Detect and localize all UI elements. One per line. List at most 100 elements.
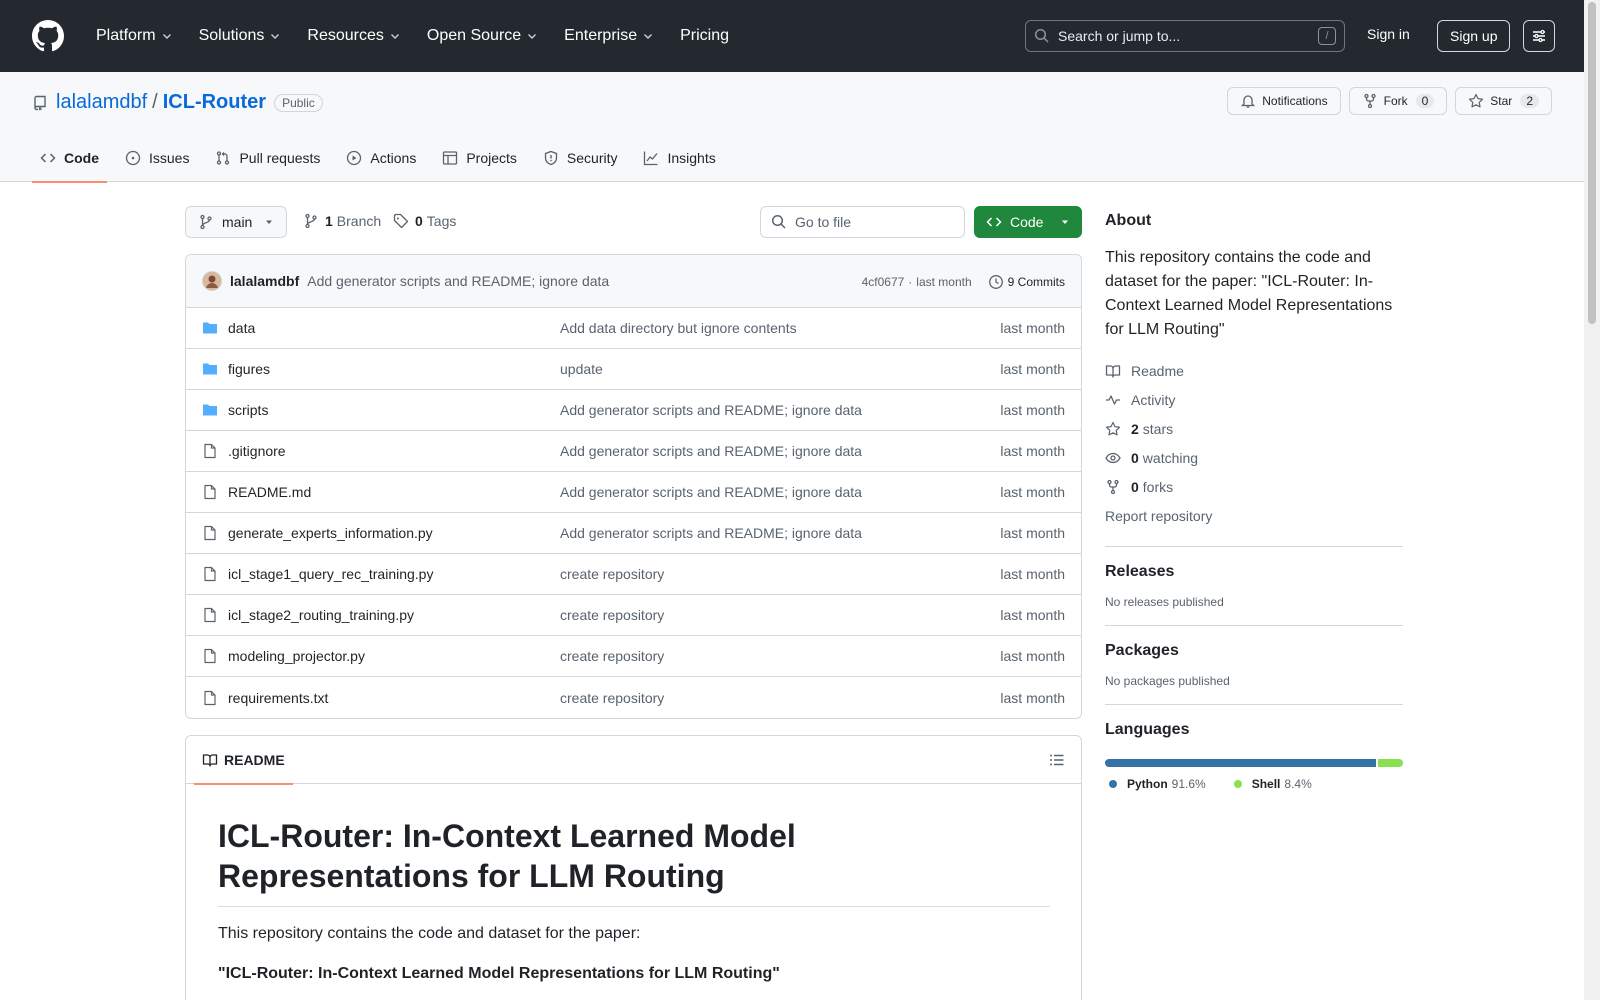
- packages-heading[interactable]: Packages: [1105, 642, 1403, 660]
- nav-pricing[interactable]: Pricing: [672, 27, 737, 45]
- file-name-link[interactable]: figures: [228, 361, 560, 377]
- branch-name: main: [222, 214, 253, 230]
- nav-open-source[interactable]: Open Source: [419, 27, 546, 45]
- commit-hash-link[interactable]: 4cf0677: [862, 275, 905, 289]
- star-button[interactable]: Star 2: [1455, 87, 1552, 115]
- readme-tab[interactable]: README: [194, 736, 293, 785]
- tab-pull-requests[interactable]: Pull requests: [207, 134, 328, 182]
- nav-solutions-label: Solutions: [198, 27, 265, 44]
- language-color-dot: [1109, 780, 1117, 788]
- activity-link[interactable]: Activity: [1105, 385, 1403, 414]
- releases-heading[interactable]: Releases: [1105, 563, 1403, 581]
- file-icon: [202, 690, 218, 706]
- tags-link[interactable]: 0 Tags: [393, 213, 456, 229]
- nav-platform[interactable]: Platform: [88, 27, 181, 45]
- nav-solutions[interactable]: Solutions: [191, 27, 290, 45]
- page-scrollbar[interactable]: [1584, 0, 1600, 1000]
- readme-panel: README ICL-Router: In-Context Learned Mo…: [185, 735, 1082, 1000]
- folder-icon: [202, 402, 218, 418]
- repo-owner-link[interactable]: lalalamdbf: [56, 91, 147, 114]
- tag-label: Tags: [426, 213, 457, 229]
- nav-resources[interactable]: Resources: [299, 27, 408, 45]
- readme-header: README: [186, 736, 1081, 785]
- branch-selector[interactable]: main: [185, 206, 288, 238]
- table-row[interactable]: generate_experts_information.py Add gener…: [186, 513, 1081, 554]
- file-name-link[interactable]: requirements.txt: [228, 690, 560, 706]
- language-item[interactable]: Python 91.6%: [1109, 777, 1206, 791]
- caret-down-icon: [266, 220, 273, 224]
- commit-meta: 4cf0677 · last month 9 Commits: [862, 255, 1065, 308]
- table-row[interactable]: icl_stage1_query_rec_training.py create r…: [186, 554, 1081, 595]
- file-commit-message-link[interactable]: create repository: [560, 607, 664, 623]
- table-row[interactable]: icl_stage2_routing_training.py create rep…: [186, 595, 1081, 636]
- sign-up-button[interactable]: Sign up: [1437, 20, 1511, 52]
- language-item[interactable]: Shell 8.4%: [1233, 777, 1312, 791]
- file-name-link[interactable]: .gitignore: [228, 443, 560, 459]
- commits-link[interactable]: 9 Commits: [988, 274, 1065, 290]
- table-row[interactable]: figures update last month: [186, 349, 1081, 390]
- github-logo-icon[interactable]: [32, 20, 64, 52]
- table-row[interactable]: scripts Add generator scripts and README;…: [186, 390, 1081, 431]
- branches-link[interactable]: 1 Branch: [303, 213, 381, 229]
- scrollbar-thumb[interactable]: [1588, 2, 1596, 324]
- list-unordered-icon[interactable]: [1049, 752, 1065, 768]
- file-commit-message-link[interactable]: Add generator scripts and README; ignore…: [560, 443, 862, 459]
- tab-security[interactable]: Security: [535, 134, 626, 182]
- file-commit-message-link[interactable]: create repository: [560, 566, 664, 582]
- watching-link[interactable]: 0 watching: [1105, 443, 1403, 472]
- file-commit-message-link[interactable]: create repository: [560, 690, 664, 706]
- tab-code[interactable]: Code: [32, 134, 107, 183]
- table-row[interactable]: .gitignore Add generator scripts and READ…: [186, 431, 1081, 472]
- file-name-link[interactable]: icl_stage2_routing_training.py: [228, 607, 560, 623]
- chevron-down-icon: [162, 34, 171, 39]
- file-name-link[interactable]: data: [228, 320, 560, 336]
- about-description: This repository contains the code and da…: [1105, 249, 1393, 338]
- file-commit-message-link[interactable]: create repository: [560, 648, 664, 664]
- tag-icon: [393, 213, 409, 229]
- tab-projects[interactable]: Projects: [434, 134, 525, 182]
- readme-link[interactable]: Readme: [1105, 356, 1403, 385]
- forks-link[interactable]: 0 forks: [1105, 472, 1403, 501]
- sign-in-link[interactable]: Sign in: [1367, 26, 1410, 42]
- file-commit-message-link[interactable]: Add generator scripts and README; ignore…: [560, 525, 862, 541]
- table-row[interactable]: data Add data directory but ignore conten…: [186, 308, 1081, 349]
- readme-paper-title: "ICL-Router: In-Context Learned Model Re…: [218, 965, 780, 982]
- tab-projects-label: Projects: [466, 150, 517, 166]
- tab-insights[interactable]: Insights: [635, 134, 723, 182]
- file-commit-message-link[interactable]: Add generator scripts and README; ignore…: [560, 402, 862, 418]
- repo-name-link[interactable]: ICL-Router: [163, 91, 266, 114]
- languages-heading: Languages: [1105, 721, 1190, 738]
- file-commit-message-link[interactable]: Add generator scripts and README; ignore…: [560, 484, 862, 500]
- settings-menu-button[interactable]: [1523, 20, 1555, 52]
- file-name-link[interactable]: README.md: [228, 484, 560, 500]
- avatar[interactable]: [202, 271, 222, 291]
- table-row[interactable]: requirements.txt create repository last mo…: [186, 677, 1081, 718]
- fork-button[interactable]: Fork 0: [1348, 87, 1448, 115]
- file-name-link[interactable]: icl_stage1_query_rec_training.py: [228, 566, 560, 582]
- file-commit-date: last month: [1000, 689, 1065, 706]
- code-button[interactable]: Code: [974, 206, 1082, 238]
- forks-count: 0: [1131, 478, 1139, 495]
- forks-label: forks: [1142, 478, 1174, 495]
- file-commit-message-link[interactable]: Add data directory but ignore contents: [560, 320, 797, 336]
- table-row[interactable]: README.md Add generator scripts and READM…: [186, 472, 1081, 513]
- visibility-badge: Public: [274, 93, 323, 112]
- tab-actions[interactable]: Actions: [338, 134, 424, 182]
- file-name-link[interactable]: scripts: [228, 402, 560, 418]
- global-search-input[interactable]: Search or jump to... /: [1025, 20, 1345, 52]
- file-commit-message-link[interactable]: update: [560, 361, 603, 377]
- notifications-button[interactable]: Notifications: [1227, 87, 1341, 115]
- go-to-file-input[interactable]: Go to file: [760, 206, 965, 238]
- file-icon: [202, 525, 218, 541]
- commit-message-link[interactable]: Add generator scripts and README; ignore…: [307, 273, 609, 289]
- tab-issues[interactable]: Issues: [117, 134, 197, 182]
- report-repository-link[interactable]: Report repository: [1105, 501, 1403, 530]
- stars-link[interactable]: 2 stars: [1105, 414, 1403, 443]
- file-name-link[interactable]: generate_experts_information.py: [228, 525, 560, 541]
- commit-author-link[interactable]: lalalamdbf: [230, 273, 299, 289]
- table-row[interactable]: modeling_projector.py create repository la…: [186, 636, 1081, 677]
- nav-enterprise[interactable]: Enterprise: [556, 27, 662, 45]
- file-name-link[interactable]: modeling_projector.py: [228, 648, 560, 664]
- star-icon: [1105, 421, 1121, 435]
- table-icon: [443, 151, 458, 165]
